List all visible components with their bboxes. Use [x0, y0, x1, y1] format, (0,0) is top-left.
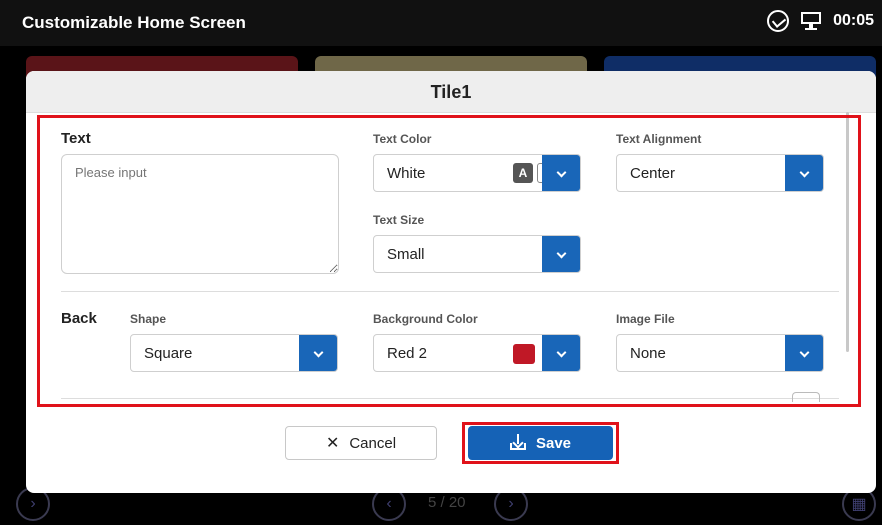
app-title: Customizable Home Screen	[22, 13, 246, 32]
page-indicator: 5 / 20	[428, 494, 466, 511]
monitor-icon[interactable]	[801, 12, 822, 30]
save-highlight: Save	[462, 422, 619, 464]
save-label: Save	[535, 434, 572, 452]
cancel-button[interactable]: ✕ Cancel	[285, 426, 437, 460]
download-icon	[509, 434, 526, 450]
dialog-title: Tile1	[430, 82, 472, 102]
settings-highlight	[37, 115, 861, 407]
save-button[interactable]: Save	[468, 426, 613, 460]
status-icons: 00:05	[767, 10, 874, 32]
cancel-label: Cancel	[349, 434, 397, 452]
clock: 00:05	[833, 12, 874, 29]
status-bar: Customizable Home Screen 00:05	[0, 0, 882, 46]
close-icon: ✕	[325, 435, 340, 452]
dialog-header: Tile1	[26, 71, 876, 113]
tile-settings-dialog: Tile1 Text Text Color White A Text Align…	[26, 71, 876, 493]
phone-icon[interactable]	[767, 10, 790, 32]
